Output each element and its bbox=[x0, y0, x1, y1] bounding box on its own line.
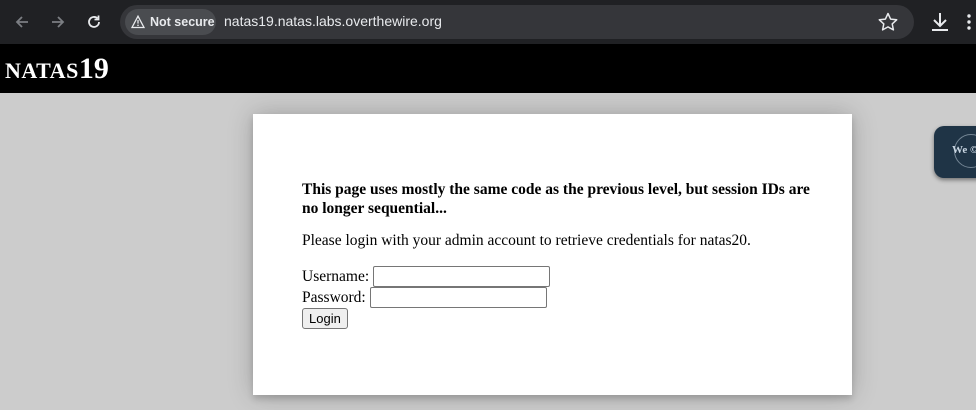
reload-icon bbox=[88, 15, 100, 28]
reload-button[interactable] bbox=[80, 8, 108, 36]
url-text[interactable]: natas19.natas.labs.overthewire.org bbox=[224, 13, 442, 29]
bookmark-star-icon[interactable] bbox=[877, 11, 899, 33]
page-title: NATAS19 bbox=[5, 53, 109, 87]
login-message: Please login with your admin account to … bbox=[302, 232, 751, 249]
username-input[interactable] bbox=[373, 266, 551, 287]
menu-dots-icon[interactable] bbox=[962, 10, 976, 34]
address-bar[interactable]: Not secure natas19.natas.labs.overthewir… bbox=[120, 5, 914, 39]
back-button[interactable] bbox=[8, 8, 36, 36]
title-number: 19 bbox=[78, 52, 109, 85]
forward-arrow-icon bbox=[52, 16, 65, 28]
title-prefix: NATAS bbox=[5, 58, 79, 83]
floating-badge[interactable]: We © bbox=[934, 126, 976, 178]
download-icon[interactable] bbox=[928, 10, 952, 34]
security-label: Not secure bbox=[150, 15, 215, 29]
browser-toolbar: Not secure natas19.natas.labs.overthewir… bbox=[0, 0, 976, 44]
forward-button[interactable] bbox=[44, 8, 72, 36]
badge-text: We © bbox=[952, 144, 976, 156]
site-security-chip[interactable]: Not secure bbox=[125, 9, 216, 35]
password-input[interactable] bbox=[369, 287, 547, 308]
password-row: Password: bbox=[302, 287, 547, 308]
content-card: This page uses mostly the same code as t… bbox=[253, 114, 852, 395]
page-header: NATAS19 bbox=[0, 44, 976, 93]
password-label: Password: bbox=[302, 289, 366, 306]
username-row: Username: bbox=[302, 266, 551, 287]
login-button[interactable]: Login bbox=[302, 308, 348, 329]
warning-triangle-icon bbox=[131, 15, 145, 29]
username-label: Username: bbox=[302, 268, 370, 285]
intro-text: This page uses mostly the same code as t… bbox=[302, 181, 810, 217]
back-arrow-icon bbox=[15, 16, 28, 28]
